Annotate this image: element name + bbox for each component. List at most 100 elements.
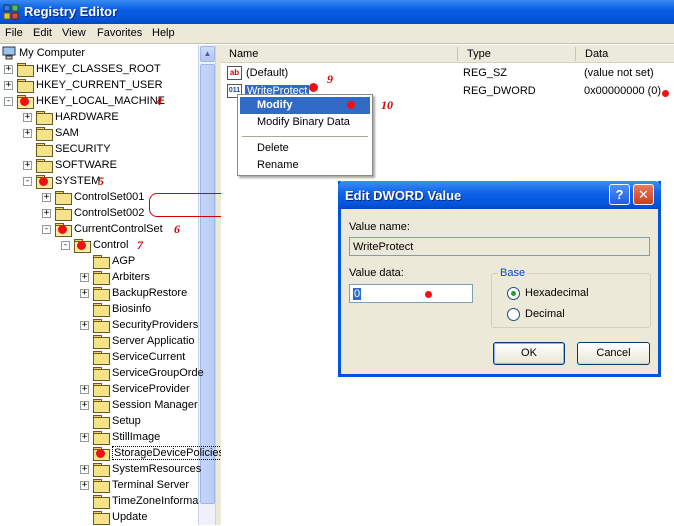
tree-node[interactable]: + BackupRestore [0, 286, 198, 302]
tree-node[interactable]: - CurrentControlSet 6 [0, 222, 198, 238]
tree-node-label: HARDWARE [55, 111, 119, 123]
tree-root[interactable]: My Computer [2, 46, 192, 62]
tree-node[interactable]: Server Applicatio [0, 334, 198, 350]
base-legend: Base [498, 267, 528, 279]
folder-icon [93, 351, 110, 365]
menu-favorites[interactable]: Favorites [97, 27, 142, 39]
value-data-input[interactable]: 0 [349, 284, 473, 303]
folder-icon [93, 415, 110, 429]
tree-node-label: Arbiters [112, 271, 150, 283]
annotation-dot [20, 97, 29, 106]
scroll-up-icon[interactable]: ▲ [200, 46, 215, 62]
tree-node[interactable]: ServiceGroupOrde [0, 366, 204, 382]
tree-node[interactable]: + HKEY_CLASSES_ROOT [0, 62, 198, 78]
expand-icon[interactable]: + [23, 161, 32, 170]
expand-icon[interactable]: + [80, 321, 89, 330]
expand-icon[interactable]: + [80, 385, 89, 394]
tree-node[interactable]: + SOFTWARE [0, 158, 198, 174]
menu-item-delete[interactable]: Delete [240, 140, 370, 157]
column-divider[interactable] [575, 47, 576, 61]
expand-icon[interactable]: + [80, 433, 89, 442]
tree-node[interactable]: + ServiceProvider [0, 382, 198, 398]
tree-node[interactable]: - Control 7 [0, 238, 198, 254]
tree-node[interactable]: SECURITY [0, 142, 198, 158]
tree-node[interactable]: + HARDWARE [0, 110, 198, 126]
folder-icon [93, 367, 110, 381]
value-type: REG_DWORD [463, 85, 536, 97]
tree-node[interactable]: Setup [0, 414, 198, 430]
menu-view[interactable]: View [62, 27, 86, 39]
tree-node[interactable]: + Session Manager [0, 398, 198, 414]
folder-icon [93, 399, 110, 413]
expand-icon[interactable]: + [23, 129, 32, 138]
tree-node[interactable]: + SecurityProviders [0, 318, 198, 334]
folder-icon [93, 271, 110, 285]
tree-node-label: SYSTEM [55, 175, 101, 187]
registry-editor-icon [3, 4, 19, 20]
tree-node-label: SAM [55, 127, 79, 139]
folder-icon [93, 495, 110, 509]
decimal-radio[interactable] [507, 308, 520, 321]
decimal-label[interactable]: Decimal [525, 308, 565, 320]
expand-icon[interactable]: + [80, 401, 89, 410]
expand-icon[interactable]: + [4, 65, 13, 74]
tree-node[interactable]: + Terminal Server [0, 478, 198, 494]
expand-icon[interactable]: + [4, 81, 13, 90]
expand-icon[interactable]: + [42, 193, 51, 202]
column-divider[interactable] [457, 47, 458, 61]
annotation-dot [347, 101, 355, 109]
tree-node-label: SystemResources [112, 463, 202, 475]
tree-node[interactable]: ServiceCurrent [0, 350, 198, 366]
menu-item-rename[interactable]: Rename [240, 157, 370, 174]
value-type: REG_SZ [463, 67, 508, 79]
hexadecimal-radio[interactable] [507, 287, 520, 300]
dialog-title: Edit DWORD Value [345, 188, 462, 203]
collapse-icon[interactable]: - [42, 225, 51, 234]
menu-separator [242, 136, 368, 137]
column-name[interactable]: Name [229, 48, 258, 60]
hexadecimal-label[interactable]: Hexadecimal [525, 287, 589, 299]
column-data[interactable]: Data [585, 48, 608, 60]
column-type[interactable]: Type [467, 48, 491, 60]
expand-icon[interactable]: + [80, 465, 89, 474]
tree-node[interactable]: - HKEY_LOCAL_MACHINE 4 [0, 94, 198, 110]
menu-edit[interactable]: Edit [33, 27, 52, 39]
close-icon[interactable]: ✕ [633, 184, 654, 205]
folder-icon [17, 63, 34, 77]
collapse-icon[interactable]: - [61, 241, 70, 250]
folder-icon [93, 431, 110, 445]
tree-node[interactable]: + SystemResources [0, 462, 202, 478]
menu-file[interactable]: File [5, 27, 23, 39]
tree-node[interactable]: + HKEY_CURRENT_USER [0, 78, 198, 94]
computer-icon [2, 46, 16, 60]
value-row[interactable]: ab (Default) REG_SZ (value not set) [227, 66, 667, 82]
help-icon[interactable]: ? [609, 184, 630, 205]
tree-node[interactable]: Biosinfo [0, 302, 198, 318]
value-name-field: WriteProtect [349, 237, 650, 256]
expand-icon[interactable]: + [80, 481, 89, 490]
tree-node-label: StorageDevicePolicies [112, 446, 227, 460]
expand-icon[interactable]: + [42, 209, 51, 218]
tree-node[interactable]: + SAM [0, 126, 198, 142]
string-value-icon: ab [227, 66, 242, 80]
ok-button[interactable]: OK [493, 342, 565, 365]
tree-node[interactable]: + StillImage [0, 430, 198, 446]
menu-item-modify-binary[interactable]: Modify Binary Data [240, 114, 370, 131]
menu-help[interactable]: Help [152, 27, 175, 39]
tree-node[interactable]: - SYSTEM 5 [0, 174, 198, 190]
tree-node-label: Biosinfo [112, 303, 152, 315]
tree-node[interactable]: AGP [0, 254, 198, 270]
expand-icon[interactable]: + [80, 273, 89, 282]
cancel-button[interactable]: Cancel [577, 342, 650, 365]
tree-node[interactable]: TimeZoneInforma [0, 494, 198, 510]
value-data-label: Value data: [349, 267, 404, 279]
collapse-icon[interactable]: - [23, 177, 32, 186]
value-name: (Default) [246, 67, 289, 79]
tree-node[interactable]: Update [0, 510, 198, 526]
tree-node[interactable]: StorageDevicePolicies8 [0, 446, 233, 462]
scroll-thumb[interactable] [200, 64, 215, 504]
collapse-icon[interactable]: - [4, 97, 13, 106]
expand-icon[interactable]: + [80, 289, 89, 298]
expand-icon[interactable]: + [23, 113, 32, 122]
tree-node[interactable]: + Arbiters [0, 270, 198, 286]
